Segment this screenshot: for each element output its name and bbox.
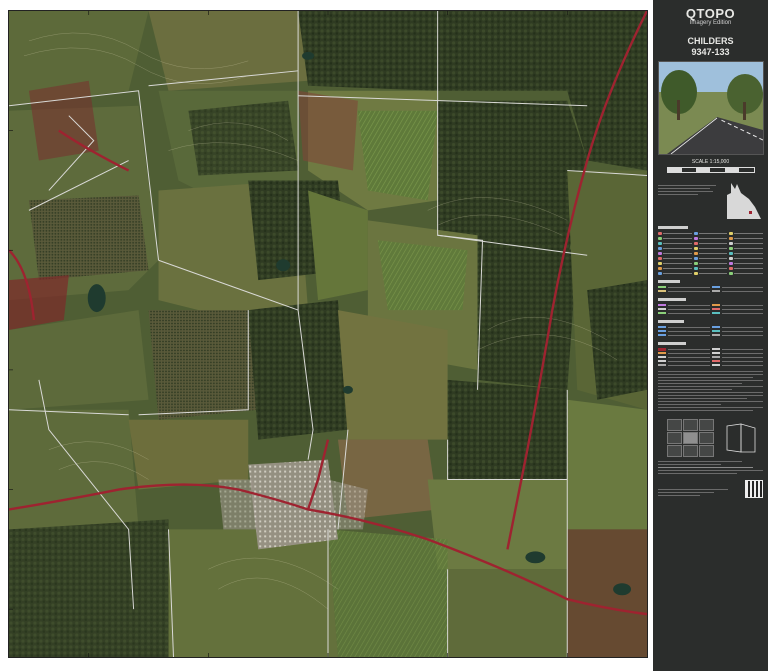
satellite-map[interactable] bbox=[9, 11, 647, 657]
sheet-number: 9347-133 bbox=[691, 47, 730, 57]
legend-heading-4 bbox=[658, 320, 684, 323]
legend-hydrography bbox=[658, 325, 763, 337]
map-notes-text bbox=[658, 371, 763, 411]
sheet-name: CHILDERS bbox=[687, 36, 734, 46]
legend-heading-3 bbox=[658, 298, 686, 301]
locality-block bbox=[658, 181, 763, 221]
brand-title: QTOPO bbox=[685, 6, 736, 21]
scale-label: SCALE 1:15,000 bbox=[691, 159, 730, 165]
copyright-notes bbox=[658, 485, 728, 498]
locality-notes bbox=[658, 181, 718, 197]
legend-boundaries bbox=[658, 303, 763, 315]
queensland-outline-icon bbox=[725, 181, 763, 221]
disclaimer-text bbox=[658, 461, 763, 474]
road-photo bbox=[658, 61, 764, 155]
road-photo-image bbox=[659, 62, 763, 154]
legend-relief bbox=[658, 285, 763, 293]
qr-code-icon[interactable] bbox=[745, 480, 763, 498]
legend-infrastructure bbox=[658, 347, 763, 367]
fold-diagram bbox=[726, 423, 756, 453]
map-info-panel: QTOPO Imagery Edition CHILDERS 9347-133 … bbox=[653, 0, 768, 671]
scale-bar bbox=[666, 167, 755, 173]
legend-heading-1 bbox=[658, 226, 688, 229]
edition-label: Imagery Edition bbox=[689, 20, 732, 26]
legend-heading-2 bbox=[658, 280, 680, 283]
adjoining-sheets-grid bbox=[666, 419, 715, 457]
footer-row bbox=[658, 480, 763, 498]
adjoining-sheets bbox=[658, 413, 763, 457]
map-frame[interactable] bbox=[8, 10, 648, 658]
legend-features bbox=[658, 231, 763, 275]
legend-heading-5 bbox=[658, 342, 686, 345]
